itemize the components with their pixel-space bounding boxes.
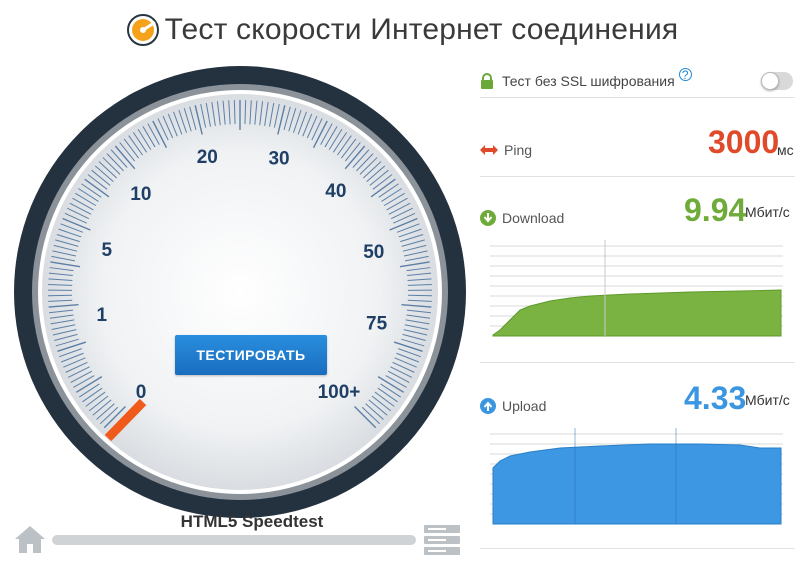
double-arrow-icon — [480, 145, 498, 155]
divider — [480, 548, 795, 549]
speedtest-logo-icon — [126, 14, 159, 46]
header: Тест скорости Интернет соединения — [0, 8, 805, 52]
test-progress-bar — [52, 535, 416, 545]
download-unit: Мбит/с — [745, 204, 790, 220]
gauge-tick — [233, 100, 236, 125]
ping-label: Ping — [504, 142, 533, 158]
gauge-scale-label: 0 — [136, 382, 147, 403]
gauge-scale-label: 100+ — [318, 382, 361, 403]
bottom-bar — [14, 524, 464, 556]
gauge-scale-label: 50 — [363, 242, 384, 263]
upload-value: 4.33 — [684, 380, 747, 416]
download-icon — [480, 210, 496, 226]
ping-value: 3000 — [708, 124, 780, 160]
divider — [480, 362, 795, 363]
home-icon[interactable] — [14, 524, 46, 554]
gauge-scale-label: 20 — [197, 147, 218, 168]
ping-label-group: Ping — [480, 142, 532, 158]
upload-unit: Мбит/с — [745, 392, 790, 408]
gauge-scale-label: 30 — [268, 149, 289, 170]
gauge-tick — [244, 100, 247, 125]
gauge-scale-label: 75 — [366, 314, 388, 335]
upload-graph-area — [492, 443, 782, 525]
download-label-group: Download — [480, 210, 564, 226]
gauge-scale-label: 1 — [96, 305, 107, 326]
lock-icon — [481, 72, 493, 89]
toggle-knob — [761, 72, 779, 90]
gauge-scale-label: 5 — [101, 240, 112, 261]
ping-unit: мс — [777, 142, 794, 158]
upload-row: Upload 4.33 Мбит/с — [480, 376, 795, 564]
page-title: Тест скорости Интернет соединения — [164, 13, 679, 46]
help-icon[interactable]: ? — [678, 68, 692, 81]
divider — [480, 176, 795, 177]
upload-graph — [490, 428, 783, 525]
start-test-button[interactable]: ТЕСТИРОВАТЬ — [175, 335, 327, 375]
ping-row: Ping 3000 мс — [480, 120, 795, 170]
gauge-scale-label: 10 — [130, 184, 151, 205]
upload-icon — [480, 398, 496, 414]
ssl-option-row: Тест без SSL шифрования ? — [480, 64, 795, 98]
speed-gauge: 0 1 5 10 20 30 40 50 75 100+ ТЕСТИРОВАТЬ HTML5 Sp… — [12, 64, 468, 531]
upload-label: Upload — [502, 398, 547, 414]
server-select-icon[interactable] — [424, 525, 460, 555]
download-value: 9.94 — [684, 192, 747, 228]
gauge-dial: 0 1 5 10 20 30 40 50 75 100+ — [14, 66, 466, 518]
download-label: Download — [502, 210, 565, 226]
ssl-toggle[interactable] — [761, 72, 793, 90]
upload-label-group: Upload — [480, 398, 546, 414]
ssl-label: Тест без SSL шифрования — [502, 72, 675, 89]
download-graph-area — [492, 289, 782, 337]
download-graph — [490, 240, 783, 337]
download-row: Download 9.94 Мбит/с — [480, 188, 795, 388]
gauge-scale-label: 40 — [325, 181, 346, 202]
